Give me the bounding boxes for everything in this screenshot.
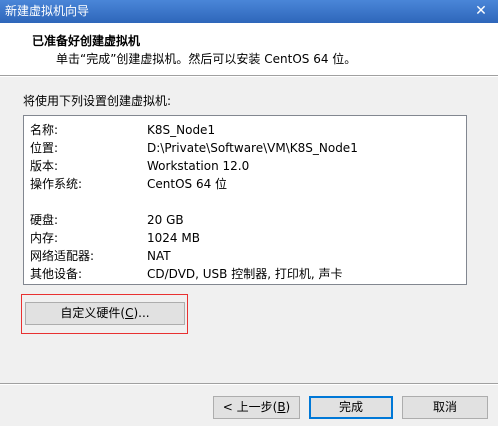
summary-value: 1024 MB [147,231,200,245]
header-divider [0,75,498,77]
summary-value: 20 GB [147,213,184,227]
summary-value: K8S_Node1 [147,123,216,137]
back-button[interactable]: < 上一步(B) [213,396,300,419]
summary-label: 操作系统: [30,177,83,191]
summary-label: 位置: [30,141,59,155]
summary-value: NAT [147,249,171,263]
summary-value: Workstation 12.0 [147,159,250,173]
summary-label: 版本: [30,159,59,173]
summary-intro-label: 将使用下列设置创建虚拟机: [23,94,172,108]
wizard-header: 已准备好创建虚拟机 单击“完成”创建虚拟机。然后可以安装 CentOS 64 位… [0,23,498,75]
summary-label: 网络适配器: [30,249,95,263]
summary-label: 其他设备: [30,267,83,281]
customize-hardware-button[interactable]: 自定义硬件(C)... [25,302,185,325]
cancel-button[interactable]: 取消 [402,396,488,419]
summary-value: CD/DVD, USB 控制器, 打印机, 声卡 [147,267,343,281]
footer-divider [0,383,498,385]
summary-value: CentOS 64 位 [147,177,228,191]
finish-button[interactable]: 完成 [309,396,393,419]
settings-summary-box: 名称: K8S_Node1 位置: D:\Private\Software\VM… [23,115,467,285]
page-subtitle: 单击“完成”创建虚拟机。然后可以安装 CentOS 64 位。 [56,52,357,66]
summary-label: 硬盘: [30,213,59,227]
new-vm-wizard-window: 新建虚拟机向导 ✕ 已准备好创建虚拟机 单击“完成”创建虚拟机。然后可以安装 C… [0,0,498,426]
customize-highlight-frame: 自定义硬件(C)... [21,294,188,334]
window-title: 新建虚拟机向导 [5,4,90,18]
title-bar[interactable]: 新建虚拟机向导 ✕ [0,0,498,23]
summary-label: 内存: [30,231,59,245]
page-title: 已准备好创建虚拟机 [32,34,141,48]
close-icon[interactable]: ✕ [464,0,498,23]
summary-label: 名称: [30,123,59,137]
summary-value: D:\Private\Software\VM\K8S_Node1 [147,141,358,155]
